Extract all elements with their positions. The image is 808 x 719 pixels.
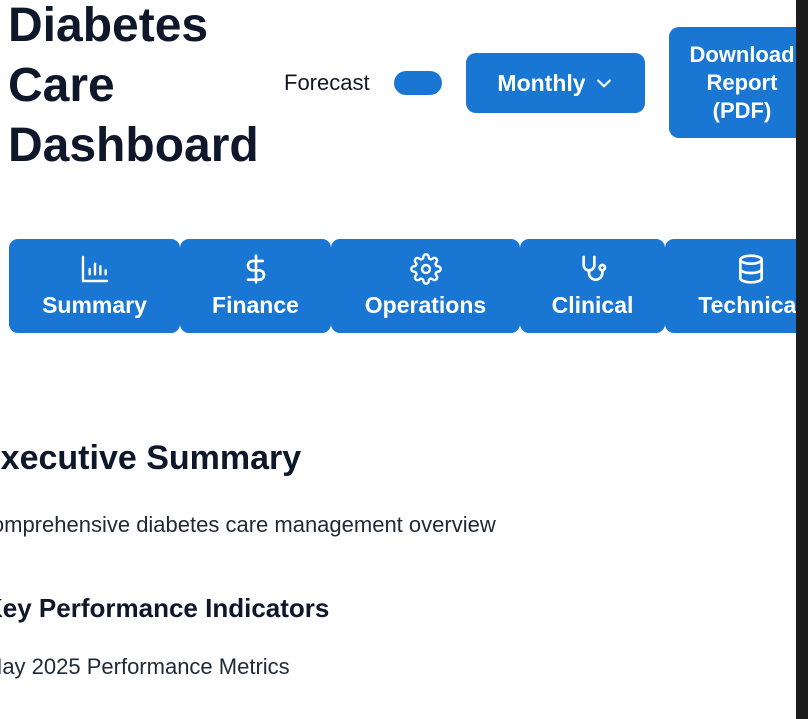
tab-operations[interactable]: Operations — [331, 239, 520, 333]
section-heading: Executive Summary — [0, 439, 302, 477]
forecast-label: Forecast — [284, 70, 370, 95]
page-title-line-1: Diabetes — [8, 0, 209, 52]
tab-finance-label: Finance — [212, 292, 299, 318]
tab-technical-label: Technical — [698, 292, 803, 318]
forecast-toggle[interactable] — [394, 71, 442, 95]
period-select-label: Monthly — [497, 69, 586, 96]
download-label-line-1: Download — [689, 41, 795, 67]
tab-finance[interactable]: Finance — [180, 239, 331, 333]
window-edge — [796, 0, 808, 719]
period-select-button[interactable]: Monthly — [466, 53, 645, 113]
tab-summary-label: Summary — [42, 292, 147, 318]
gear-icon — [409, 253, 442, 285]
tab-technical[interactable]: Technical — [665, 239, 808, 333]
kpi-heading: Key Performance Indicators — [0, 593, 330, 623]
download-label-line-2: Report — [706, 69, 778, 95]
download-label-line-3: (PDF) — [712, 97, 772, 123]
bar-chart-icon — [81, 255, 108, 283]
stethoscope-icon — [581, 255, 606, 281]
kpi-period: May 2025 Performance Metrics — [0, 654, 290, 679]
section-description: Comprehensive diabetes care management o… — [0, 512, 496, 537]
tab-clinical-label: Clinical — [551, 292, 634, 318]
tab-operations-label: Operations — [364, 292, 487, 318]
page-title: Diabetes Care Dashboard — [8, 0, 288, 176]
page-title-line-2: Care — [8, 59, 115, 112]
tab-summary[interactable]: Summary — [9, 239, 180, 333]
tab-clinical[interactable]: Clinical — [520, 239, 665, 333]
chevron-down-icon — [596, 79, 611, 88]
dollar-icon — [246, 254, 265, 284]
download-report-button[interactable]: Download Report (PDF) — [669, 27, 808, 138]
page-title-line-3: Dashboard — [8, 119, 259, 172]
database-icon — [738, 254, 763, 284]
